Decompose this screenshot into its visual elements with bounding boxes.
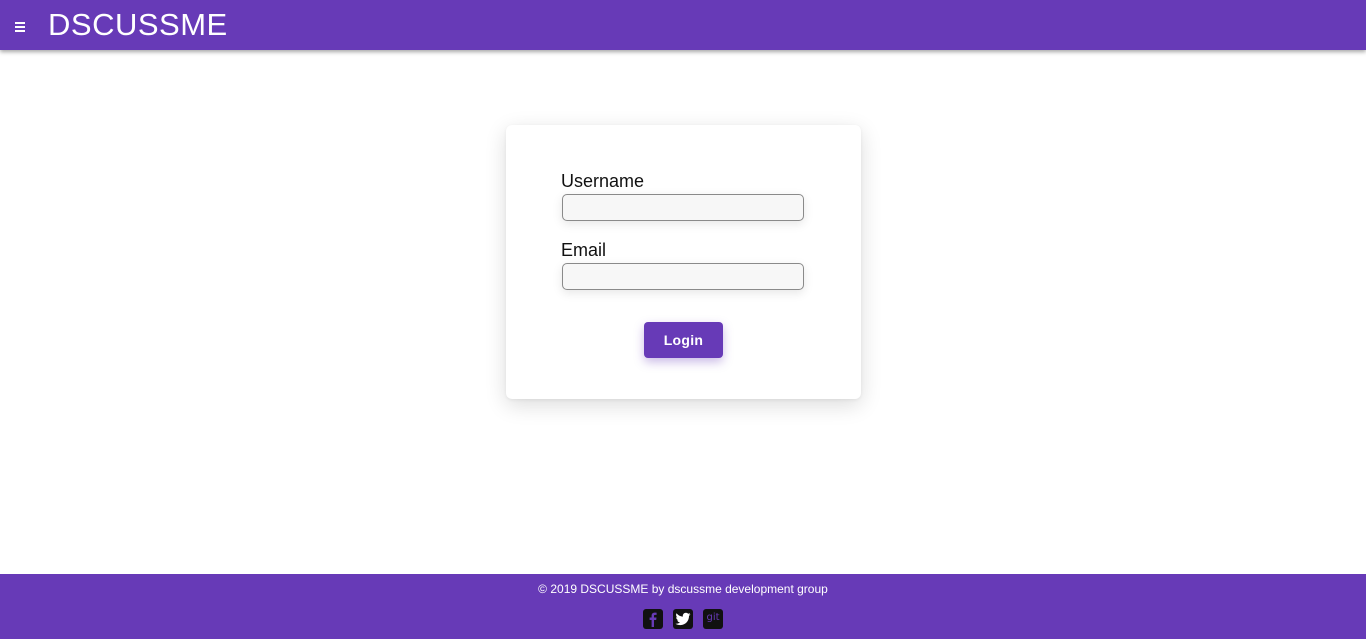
menu-line bbox=[15, 22, 25, 24]
twitter-icon[interactable] bbox=[673, 609, 693, 629]
facebook-icon[interactable] bbox=[643, 609, 663, 629]
git-icon-label: git bbox=[706, 612, 720, 623]
brand-title[interactable]: DSCUSSME bbox=[48, 7, 228, 43]
hamburger-menu-icon[interactable] bbox=[15, 13, 27, 37]
menu-line bbox=[15, 30, 25, 32]
top-app-bar: DSCUSSME bbox=[0, 0, 1366, 50]
username-label: Username bbox=[561, 171, 645, 191]
git-icon[interactable]: git bbox=[703, 609, 723, 629]
email-input[interactable] bbox=[562, 263, 804, 290]
login-card: Username Email Login bbox=[506, 125, 861, 399]
login-button[interactable]: Login bbox=[644, 322, 723, 358]
username-input[interactable] bbox=[562, 194, 804, 221]
footer: © 2019 DSCUSSME by dscussme development … bbox=[0, 574, 1366, 639]
social-links: git bbox=[643, 609, 723, 629]
email-label: Email bbox=[561, 240, 607, 260]
copyright-text: © 2019 DSCUSSME by dscussme development … bbox=[538, 582, 828, 596]
menu-line bbox=[15, 26, 25, 28]
